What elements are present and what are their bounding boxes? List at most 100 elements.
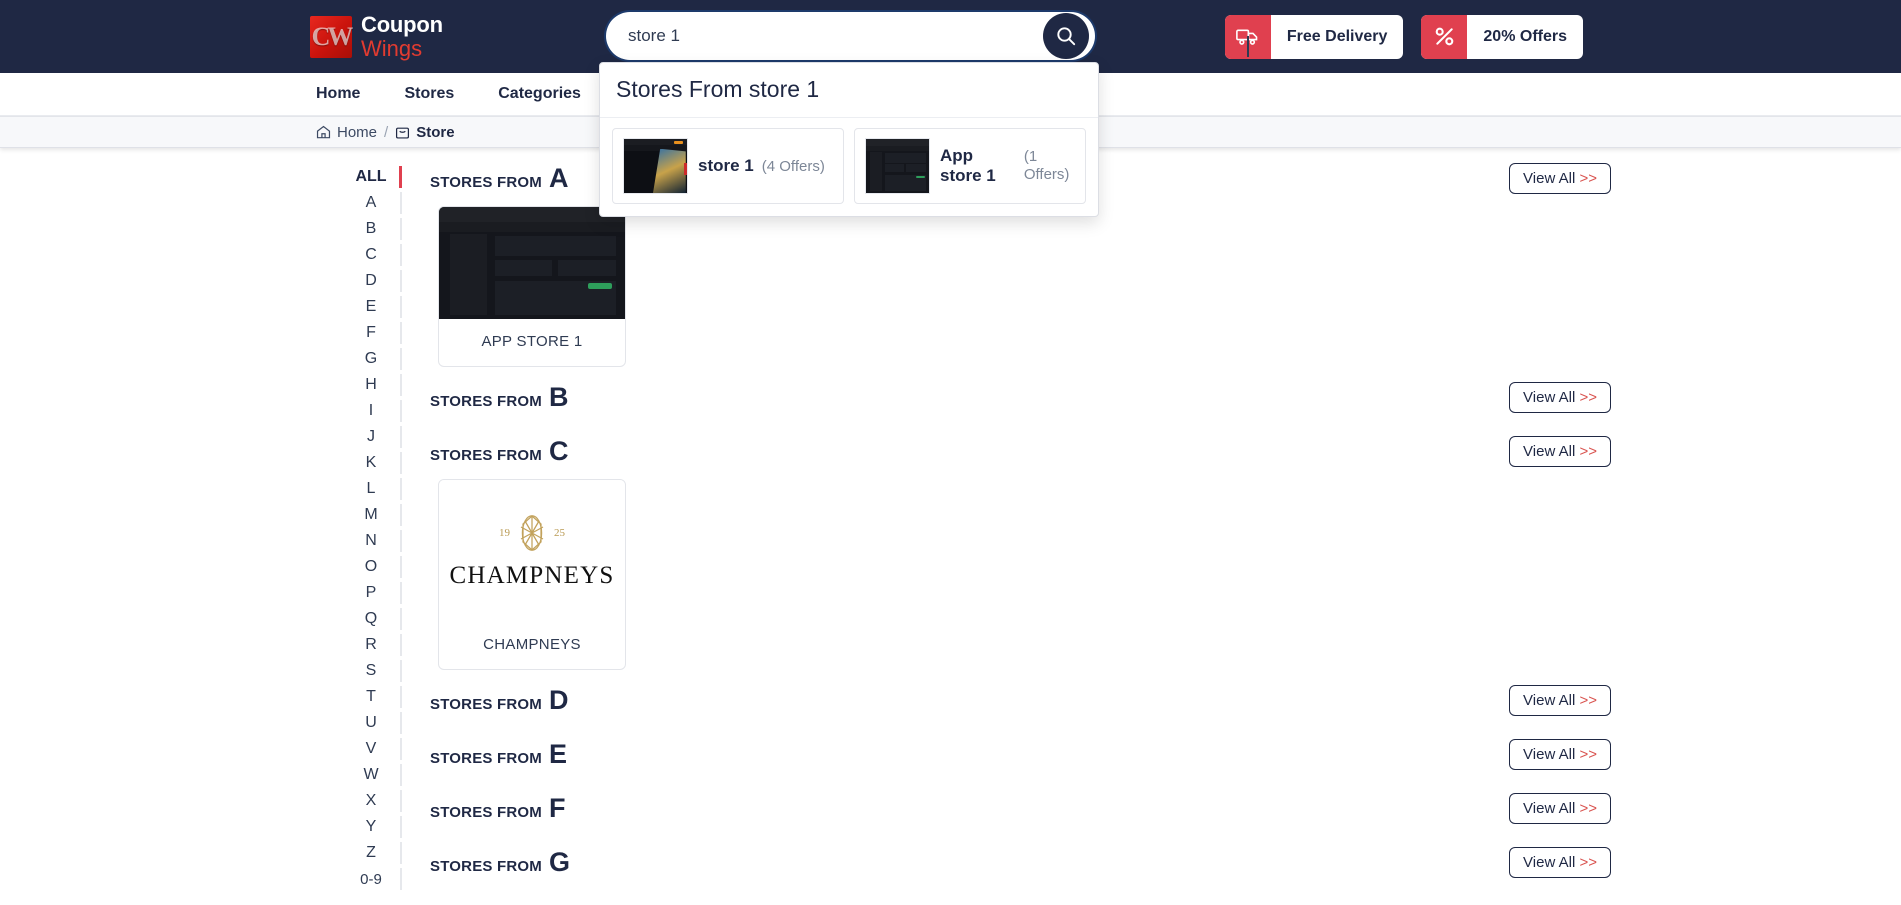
view-all-button-c[interactable]: View All >> [1509, 435, 1611, 467]
alpha-filter-j[interactable]: J [340, 424, 402, 450]
section-header-c: STORES FROM C View All >> [430, 431, 1611, 471]
alpha-filter-g[interactable]: G [340, 346, 402, 372]
offers-button[interactable]: 20% Offers [1421, 14, 1583, 59]
section-title-g: STORES FROM G [430, 846, 570, 877]
alphabet-filter-rail: ALL A B C D E F G H I J K L M N O P Q R … [340, 158, 402, 892]
view-all-button-d[interactable]: View All >> [1509, 684, 1611, 716]
section-label-d: STORES FROM [430, 695, 542, 713]
search-icon [1043, 13, 1089, 59]
search-submit-button[interactable] [1041, 10, 1097, 62]
brand-logo[interactable]: CW Coupon Wings [310, 13, 443, 60]
alpha-filter-y[interactable]: Y [340, 814, 402, 840]
alpha-filter-c[interactable]: C [340, 242, 402, 268]
alpha-filter-all[interactable]: ALL [340, 164, 402, 190]
logo-mark-icon: CW [310, 15, 354, 58]
section-letter-a: A [548, 162, 569, 193]
section-label-b: STORES FROM [430, 392, 542, 410]
store-cards-c: 19 25 CHAMPNEYS CHAMPNEYS [430, 471, 1611, 680]
section-label-g: STORES FROM [430, 857, 542, 875]
store-card-name: APP STORE 1 [481, 333, 583, 350]
home-icon [316, 125, 331, 139]
alpha-filter-i[interactable]: I [340, 398, 402, 424]
view-all-button-g[interactable]: View All >> [1509, 846, 1611, 878]
section-title-e: STORES FROM E [430, 740, 567, 768]
search-text-caret [1247, 36, 1249, 57]
store-cards-a: APP STORE 1 [430, 198, 1611, 377]
champneys-year-right: 25 [554, 526, 565, 539]
view-all-label-f: View All [1523, 799, 1576, 817]
search-bar [604, 10, 1249, 62]
alpha-filter-d[interactable]: D [340, 268, 402, 294]
suggestions-results: store 1 (4 Offers) App store 1 (1 Offers… [600, 118, 1098, 204]
alpha-filter-f[interactable]: F [340, 320, 402, 346]
nav-links: Home Stores Categories [316, 85, 581, 103]
champneys-emblem-icon: 19 25 [499, 513, 565, 553]
alpha-filter-o[interactable]: O [340, 554, 402, 580]
alpha-filter-n[interactable]: N [340, 528, 402, 554]
alpha-filter-h[interactable]: H [340, 372, 402, 398]
alpha-filter-z[interactable]: Z [340, 840, 402, 866]
section-header-b: STORES FROM B View All >> [430, 377, 1611, 417]
store-card[interactable]: 19 25 CHAMPNEYS CHAMPNEYS [438, 479, 626, 670]
section-letter-b: B [548, 381, 569, 412]
view-all-button-b[interactable]: View All >> [1509, 381, 1611, 413]
alpha-filter-r[interactable]: R [340, 632, 402, 658]
view-all-label-g: View All [1523, 853, 1576, 871]
alpha-filter-q[interactable]: Q [340, 606, 402, 632]
section-label-a: STORES FROM [430, 173, 542, 191]
suggestions-heading: Stores From store 1 [600, 63, 1098, 118]
suggestion-item[interactable]: store 1 (4 Offers) [612, 128, 844, 204]
suggestion-thumbnail-hero [623, 138, 688, 194]
store-card-name: CHAMPNEYS [483, 636, 581, 653]
view-all-arrows-g: >> [1579, 853, 1597, 871]
brand-wordmark: Coupon Wings [361, 13, 443, 60]
search-input[interactable] [604, 10, 1041, 62]
view-all-label-d: View All [1523, 691, 1576, 709]
view-all-button-e[interactable]: View All >> [1509, 738, 1611, 770]
alpha-filter-k[interactable]: K [340, 450, 402, 476]
breadcrumb-home-label: Home [337, 123, 378, 141]
alpha-filter-m[interactable]: M [340, 502, 402, 528]
alpha-filter-v[interactable]: V [340, 736, 402, 762]
alpha-filter-l[interactable]: L [340, 476, 402, 502]
section-header-e: STORES FROM E View All >> [430, 734, 1611, 774]
alpha-filter-u[interactable]: U [340, 710, 402, 736]
free-delivery-button[interactable]: Free Delivery [1224, 14, 1404, 59]
nav-item-categories[interactable]: Categories [498, 85, 581, 103]
free-delivery-label: Free Delivery [1286, 27, 1388, 45]
alpha-filter-p[interactable]: P [340, 580, 402, 606]
alpha-filter-a[interactable]: A [340, 190, 402, 216]
view-all-arrows-b: >> [1579, 388, 1597, 406]
alpha-filter-e[interactable]: E [340, 294, 402, 320]
champneys-logo-wordmark: CHAMPNEYS [449, 561, 615, 589]
nav-item-stores[interactable]: Stores [404, 85, 454, 103]
breadcrumb-home-link[interactable]: Home [316, 124, 377, 141]
view-all-button-a[interactable]: View All >> [1509, 162, 1611, 194]
view-all-arrows-a: >> [1579, 169, 1597, 187]
alpha-filter-x[interactable]: X [340, 788, 402, 814]
suggestion-name: App store 1 [940, 146, 996, 185]
view-all-button-f[interactable]: View All >> [1509, 792, 1611, 824]
alpha-filter-b[interactable]: B [340, 216, 402, 242]
section-letter-c: C [548, 435, 569, 466]
store-card[interactable]: APP STORE 1 [438, 206, 626, 367]
alpha-filter-0-9[interactable]: 0-9 [340, 866, 402, 892]
nav-item-home[interactable]: Home [316, 85, 360, 103]
section-label-e: STORES FROM [430, 749, 542, 767]
logo-monogram: CW [311, 21, 354, 51]
breadcrumb: Home / Store [316, 124, 455, 141]
section-letter-g: G [548, 846, 570, 877]
percent-icon [1421, 14, 1468, 59]
section-title-c: STORES FROM C [430, 435, 569, 466]
alpha-filter-t[interactable]: T [340, 684, 402, 710]
store-thumbnail-dashboard [439, 207, 625, 319]
alpha-filter-w[interactable]: W [340, 762, 402, 788]
alpha-filter-s[interactable]: S [340, 658, 402, 684]
breadcrumb-separator: / [384, 123, 389, 141]
suggestion-name: store 1 [698, 156, 754, 176]
suggestion-thumbnail-dashboard [865, 138, 930, 194]
offers-label: 20% Offers [1483, 27, 1567, 45]
suggestion-item[interactable]: App store 1 (1 Offers) [854, 128, 1086, 204]
section-letter-f: F [548, 792, 566, 823]
view-all-arrows-c: >> [1579, 442, 1597, 460]
